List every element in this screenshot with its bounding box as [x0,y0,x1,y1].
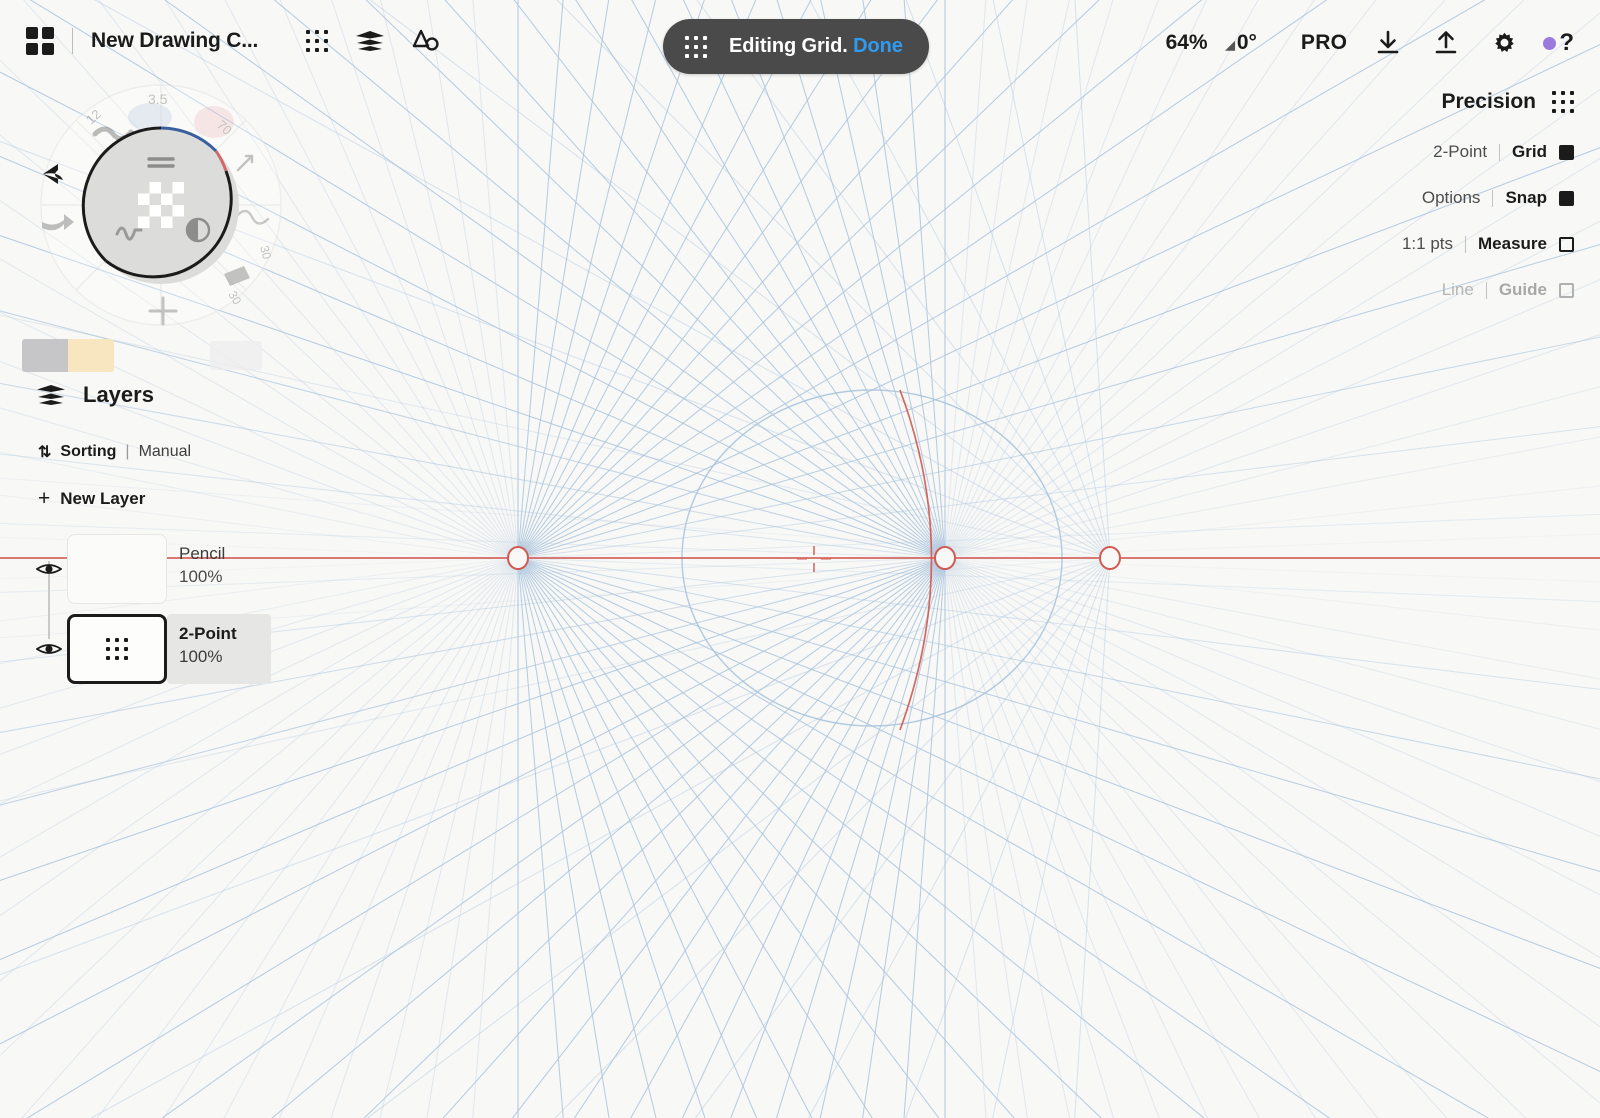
rotation-value: 0° [1236,31,1257,54]
status-pill[interactable]: Editing Grid. Done [663,19,929,74]
angle-icon: ◢ [1225,38,1235,52]
layers-panel-header[interactable]: Layers [0,382,300,408]
precision-menu-icon[interactable] [1552,91,1574,113]
precision-title: Precision [1441,90,1536,113]
grid-dots-icon [106,638,128,660]
export-icon[interactable] [1429,26,1463,60]
precision-guide-label: Guide [1498,280,1547,299]
eye-icon [36,644,62,654]
layers-stack-icon [37,385,65,405]
toolbar-left-group: New Drawing C... [26,27,440,55]
divider [1465,235,1467,253]
precision-row-guide[interactable]: Line Guide [1402,280,1574,300]
layer-list: Pencil 100% 2-Point 100% [0,531,300,687]
precision-measure-label: Measure [1478,234,1547,253]
layers-panel-title: Layers [83,382,154,407]
divider [1492,189,1494,207]
precision-header: Precision [1402,90,1574,114]
sorting-separator: | [125,443,130,460]
help-button[interactable]: ? [1543,31,1574,55]
layer-row-2-point[interactable]: 2-Point 100% [0,611,300,687]
layer-opacity: 100% [179,567,223,586]
precision-measure-checkbox[interactable] [1559,236,1574,252]
new-layer-label: New Layer [60,488,146,508]
precision-guide-sub: Line [1441,280,1474,299]
precision-row-grid[interactable]: 2-Point Grid [1402,142,1574,162]
layers-tool-icon[interactable] [355,30,385,52]
sort-arrows-icon: ⇅ [38,444,52,461]
sorting-label: Sorting [60,443,117,460]
document-title[interactable]: New Drawing C... [91,29,258,53]
sorting-value: Manual [138,443,192,460]
layer-thumbnail[interactable] [67,534,167,604]
precision-grid-label: Grid [1512,142,1547,161]
precision-snap-checkbox[interactable] [1559,190,1574,206]
selection-tool-icon[interactable] [412,28,440,54]
layer-thumbnail[interactable] [67,614,167,684]
transparent-checker-swatch[interactable] [138,182,184,228]
precision-grid-sub: 2-Point [1433,142,1488,161]
opacity-icon[interactable] [185,217,211,243]
layers-sorting-control[interactable]: ⇅ Sorting | Manual [0,442,300,462]
layer-opacity: 100% [179,647,223,666]
toolbar-right-group: 64% ◢ 0° PRO ? [1166,26,1574,60]
plus-icon: + [38,487,51,510]
redo-arrow-icon[interactable] [42,214,74,231]
precision-measure-sub: 1:1 pts [1401,234,1454,253]
new-layer-button[interactable]: + New Layer [0,488,300,509]
divider [1485,281,1487,299]
grid-dots-icon [685,35,707,58]
swatch-cream[interactable] [68,339,114,372]
import-icon[interactable] [1371,26,1405,60]
pro-status-dot-icon [1543,36,1557,50]
grid-tool-icon[interactable] [306,30,329,52]
layer-visibility-toggle[interactable] [34,641,64,657]
history-controls [42,164,74,231]
canvas-rotation[interactable]: ◢ 0° [1226,31,1257,55]
layers-panel: Layers ⇅ Sorting | Manual + New Layer Pe… [0,382,300,687]
toolbar-divider [72,28,73,54]
help-question-icon: ? [1559,29,1574,56]
tool-wheel-inner-disc[interactable] [81,126,239,284]
precision-panel: Precision 2-Point Grid Options Snap 1:1 … [1402,90,1574,326]
status-pill-text: Editing Grid. [729,35,848,57]
layer-visibility-toggle[interactable] [34,561,64,577]
zoom-level[interactable]: 64% [1166,31,1208,55]
apps-grid-icon[interactable] [26,27,54,55]
precision-row-measure[interactable]: 1:1 pts Measure [1402,234,1574,254]
swatch-gray[interactable] [22,339,68,372]
swatch-placeholder [210,341,262,370]
layer-name: 2-Point [179,624,237,643]
pro-badge[interactable]: PRO [1301,31,1347,55]
status-pill-done-button[interactable]: Done [853,35,903,57]
layer-info: Pencil 100% [167,534,259,604]
divider [1499,143,1501,161]
precision-grid-checkbox[interactable] [1559,144,1574,160]
layer-info: 2-Point 100% [167,614,271,684]
eye-icon [36,564,62,574]
layer-name: Pencil [179,544,226,563]
undo-arrow-icon[interactable] [43,164,63,184]
precision-guide-checkbox[interactable] [1559,282,1574,298]
precision-snap-label: Snap [1505,188,1547,207]
wheel-label-35: 3.5 [148,91,168,107]
precision-snap-sub: Options [1421,188,1481,207]
toolbar-tool-group [306,28,440,54]
precision-row-snap[interactable]: Options Snap [1402,188,1574,208]
color-swatch-bar[interactable] [22,339,114,372]
settings-gear-icon[interactable] [1487,26,1521,60]
app-root: New Drawing C... Editing Grid. Done 64% … [0,0,1600,1118]
layer-row-pencil[interactable]: Pencil 100% [0,531,300,607]
